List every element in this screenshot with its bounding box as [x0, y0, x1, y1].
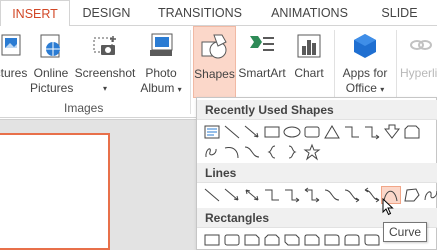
tab-design[interactable]: DESIGN — [70, 0, 143, 26]
shape-round-single-corner[interactable] — [322, 231, 342, 249]
shape-arc[interactable] — [222, 143, 242, 161]
tab-transitions[interactable]: TRANSITIONS — [143, 0, 257, 26]
shape-elbow-connector[interactable] — [262, 186, 282, 204]
shape-elbow-connector[interactable] — [342, 123, 362, 141]
mouse-pointer-icon — [382, 197, 394, 219]
screenshot-label: Screenshot — [74, 66, 136, 80]
tab-slide-show[interactable]: SLIDE SHOW — [362, 0, 437, 46]
shape-line[interactable] — [222, 123, 242, 141]
tab-insert[interactable]: INSERT — [0, 0, 70, 27]
chart-label: Chart — [294, 66, 324, 80]
shape-rounded-rectangle[interactable] — [222, 231, 242, 249]
chevron-down-icon: ▾ — [380, 85, 385, 94]
shape-snip-diagonal[interactable] — [282, 231, 302, 249]
shape-snip-same-side[interactable] — [262, 231, 282, 249]
hyperlink-label: Hyperli — [400, 66, 437, 80]
shapes-icon — [200, 32, 230, 65]
shape-triangle[interactable] — [322, 123, 342, 141]
photo-album-label-1: Photo — [145, 66, 177, 80]
lines-header: Lines — [197, 163, 437, 183]
shapes-button[interactable]: Shapes — [193, 26, 236, 98]
chevron-down-icon: ▾ — [102, 84, 107, 93]
link-icon — [408, 32, 434, 61]
shape-right-brace[interactable] — [282, 143, 302, 161]
shape-elbow-arrow[interactable] — [362, 123, 382, 141]
photo-album-label-2: Album — [140, 81, 175, 95]
screenshot-button[interactable]: Screenshot ▾ — [74, 26, 136, 98]
online-pictures-label-2: Pictures — [30, 81, 74, 95]
shape-text-box[interactable] — [202, 123, 222, 141]
shape-round-diagonal[interactable] — [362, 231, 382, 249]
shape-curved-double-arrow[interactable] — [362, 186, 382, 204]
shape-star[interactable] — [302, 143, 322, 161]
picture-icon — [0, 32, 22, 61]
chart-icon — [295, 32, 323, 63]
group-divider — [190, 30, 191, 114]
pictures-label: ctures — [0, 66, 28, 80]
shape-freeform[interactable] — [402, 186, 422, 204]
online-pictures-icon — [39, 32, 63, 63]
recently-used-shapes-header: Recently Used Shapes — [197, 100, 437, 120]
tab-animations[interactable]: ANIMATIONS — [257, 0, 362, 26]
shape-arrow[interactable] — [242, 123, 262, 141]
shape-left-brace[interactable] — [262, 143, 282, 161]
shape-elbow-arrow[interactable] — [282, 186, 302, 204]
smartart-label: SmartArt — [238, 66, 286, 80]
photo-album-icon — [147, 32, 175, 63]
apps-for-office-button[interactable]: Apps for Office ▾ — [336, 26, 394, 98]
slide-canvas[interactable] — [0, 133, 110, 250]
shape-curved-connector[interactable] — [322, 186, 342, 204]
shape-scribble[interactable] — [422, 186, 437, 204]
shape-round-same-side[interactable] — [342, 231, 362, 249]
shape-freeform[interactable] — [202, 143, 222, 161]
chart-button[interactable]: Chart — [288, 26, 330, 98]
apps-for-office-label-1: Apps for — [342, 66, 388, 80]
shape-snip-round[interactable] — [302, 231, 322, 249]
hyperlink-button[interactable]: Hyperli — [398, 26, 437, 98]
shape-snip-single-corner[interactable] — [242, 231, 262, 249]
pictures-button[interactable]: ctures — [0, 26, 28, 98]
shape-curved-arrow[interactable] — [342, 186, 362, 204]
online-pictures-label-1: Online — [33, 66, 69, 80]
online-pictures-button[interactable]: Online Pictures — [30, 26, 74, 98]
screenshot-icon — [91, 32, 119, 63]
shapes-label: Shapes — [194, 67, 235, 81]
shape-double-arrow[interactable] — [242, 186, 262, 204]
smartart-icon — [248, 32, 276, 63]
tooltip: Curve — [383, 222, 427, 242]
ribbon-tab-bar: INSERT DESIGN TRANSITIONS ANIMATIONS SLI… — [0, 0, 437, 46]
shape-arrow[interactable] — [222, 186, 242, 204]
shape-oval[interactable] — [282, 123, 302, 141]
apps-for-office-icon — [351, 32, 379, 63]
shape-line[interactable] — [202, 186, 222, 204]
shape-snip-rectangle[interactable] — [402, 123, 422, 141]
photo-album-button[interactable]: Photo Album ▾ — [136, 26, 186, 98]
chevron-down-icon: ▾ — [177, 85, 182, 94]
apps-for-office-label-2: Office — [345, 81, 377, 95]
shape-rectangle[interactable] — [202, 231, 222, 249]
shape-rounded-rectangle[interactable] — [302, 123, 322, 141]
shape-curved-connector[interactable] — [242, 143, 262, 161]
shape-rectangle[interactable] — [262, 123, 282, 141]
shape-down-arrow[interactable] — [382, 123, 402, 141]
smartart-button[interactable]: SmartArt — [236, 26, 288, 98]
shape-elbow-double-arrow[interactable] — [302, 186, 322, 204]
images-group-label: Images — [64, 101, 104, 115]
